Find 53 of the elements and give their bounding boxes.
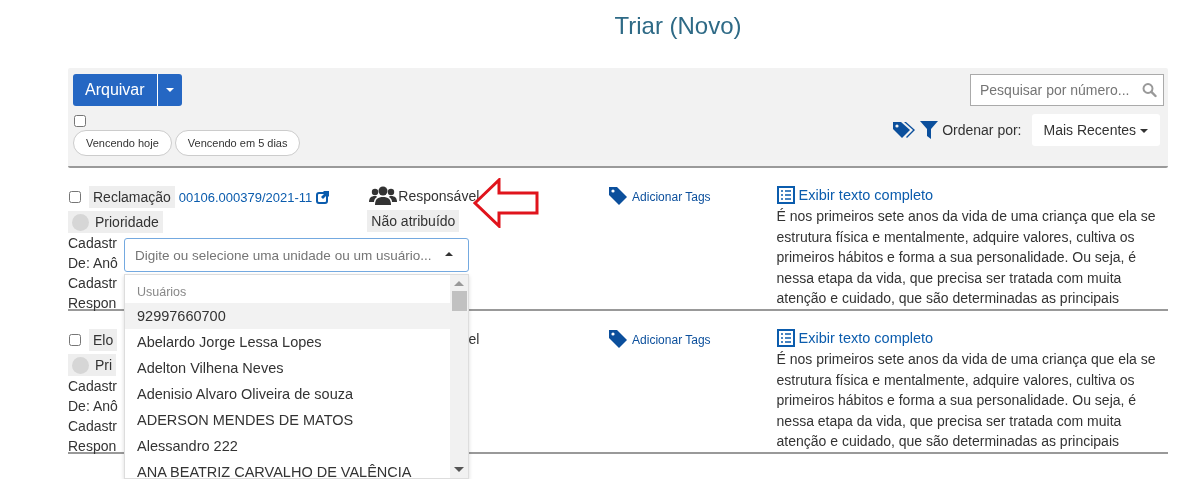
list-icon[interactable] [776, 186, 795, 204]
tag-icon[interactable] [608, 186, 629, 206]
user-option[interactable]: ANA BEATRIZ CARVALHO DE VALÊNCIA [125, 459, 450, 478]
protocol-link[interactable]: 00106.000379/2021-11 [178, 189, 313, 205]
group-heading: Usuários [136, 284, 188, 301]
priority-label: Pri [68, 354, 117, 376]
tag-icon[interactable] [608, 329, 629, 349]
description-text: É nos primeiros sete anos da vida de uma criança que ela se estrutura física e mentalmente, adquire valores, cultiva os primeiros hábitos e forma a sua personalidade. Ou seja, é nessa etapa da vida, que precisa ser tratada com muita atenção e cuidado, que são determinadas as principais [776, 350, 1157, 451]
select-all-checkbox[interactable] [74, 115, 86, 127]
search-field[interactable]: Pesquisar por número... [970, 74, 1164, 106]
priority-label: Prioridade [68, 211, 163, 233]
full-text-link[interactable]: Exibir texto completo [798, 187, 934, 203]
assignee-search-field[interactable]: Digite ou selecione uma unidade ou um usuário... [124, 238, 469, 272]
full-text-link[interactable]: Exibir texto completo [798, 330, 934, 346]
detail-text: Cadastr [68, 417, 118, 436]
assignee-button[interactable]: Não atribuído [367, 210, 460, 232]
detail-text: Cadastr [68, 377, 118, 396]
user-option[interactable]: Alessandro 222 [125, 433, 450, 459]
detail-text: De: Anô [68, 397, 118, 416]
filter-chip[interactable]: Vencendo em 5 dias [174, 130, 301, 156]
user-option[interactable]: Adenisio Alvaro Oliveira de souza [125, 381, 450, 407]
archive-menu-button[interactable] [156, 74, 182, 106]
filter-chip[interactable]: Vencendo hoje [73, 130, 172, 156]
responsible-label: Responsável [398, 188, 480, 204]
sort-dropdown[interactable]: Mais Recentes [1031, 114, 1160, 146]
detail-text: Respon [68, 437, 117, 456]
type-label: Elo [89, 329, 118, 351]
archive-button[interactable]: Arquivar [73, 74, 157, 106]
user-option[interactable]: ADERSON MENDES DE MATOS [125, 407, 450, 433]
add-tags-link[interactable]: Adicionar Tags [632, 333, 711, 347]
page-title: Triar (Novo) [613, 12, 743, 40]
user-option[interactable]: 92997660700 [125, 303, 450, 329]
sort-label: Ordenar por: [942, 122, 1022, 138]
type-label: Reclamação [89, 186, 175, 208]
caret-icon [445, 252, 453, 256]
search-icon [1142, 80, 1157, 100]
responsible-label: el [468, 331, 480, 347]
external-link-icon[interactable] [316, 190, 331, 204]
description-text: É nos primeiros sete anos da vida de uma criança que ela se estrutura física e mentalmente, adquire valores, cultiva os primeiros hábitos e forma a sua personalidade. Ou seja, é nessa etapa da vida, que precisa ser tratada com muita atenção e cuidado, que são determinadas as principais [776, 207, 1157, 308]
users-icon [369, 186, 398, 206]
filter-icon[interactable] [920, 121, 939, 139]
row-checkbox[interactable] [69, 191, 81, 203]
detail-text: Cadastr [68, 234, 118, 253]
user-option[interactable]: Abelardo Jorge Lessa Lopes [125, 329, 450, 355]
row-checkbox[interactable] [69, 334, 81, 346]
tags-icon[interactable] [892, 120, 917, 140]
list-icon[interactable] [776, 329, 795, 347]
detail-text: Cadastr [68, 274, 118, 293]
detail-text: Respon [68, 294, 117, 313]
detail-text: De: Anô [68, 254, 118, 273]
scrollbar[interactable] [450, 275, 468, 478]
user-option[interactable]: Adelton Vilhena Neves [125, 355, 450, 381]
add-tags-link[interactable]: Adicionar Tags [632, 190, 711, 204]
